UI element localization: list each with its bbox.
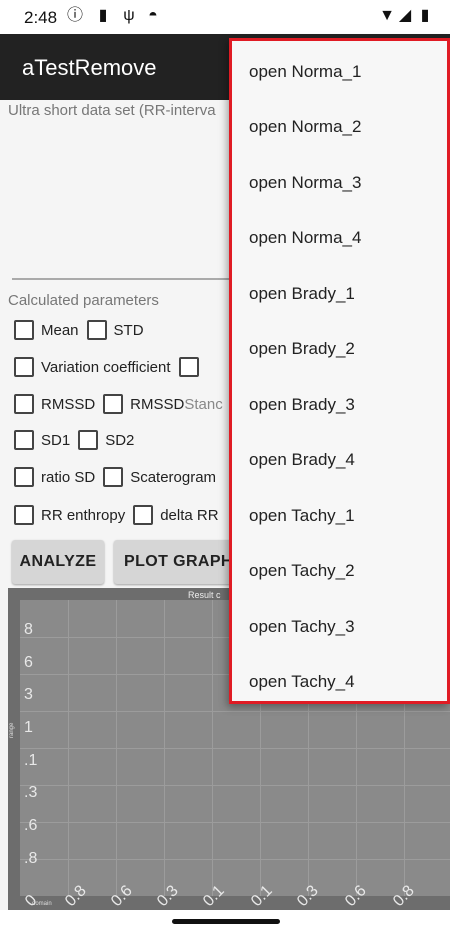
menu-item-open-brady-1[interactable]: open Brady_1 <box>232 266 447 322</box>
screen: 2:48 ⓘ ▮ ψ ◓ ▼ ◢ ▮ aTestRemove Ultra sho… <box>0 0 450 933</box>
params-label: Calculated parameters <box>8 292 159 309</box>
graph-title: Result c <box>188 590 221 600</box>
options-menu: open Norma_1 open Norma_2 open Norma_3 o… <box>229 38 450 704</box>
menu-item-open-brady-4[interactable]: open Brady_4 <box>232 433 447 489</box>
navigation-bar <box>0 910 450 933</box>
menu-item-open-norma-1[interactable]: open Norma_1 <box>232 44 447 100</box>
analyze-button[interactable]: ANALYZE <box>12 540 104 584</box>
delta-rr-label: delta RR <box>160 506 219 524</box>
variation-coefficient-checkbox[interactable] <box>14 357 34 377</box>
y-tick-label: 8 <box>24 621 33 638</box>
grid-line <box>20 859 450 860</box>
mean-label: Mean <box>41 321 79 339</box>
scaterogram-checkbox[interactable] <box>103 467 124 487</box>
ratio-sd-checkbox[interactable] <box>14 467 34 487</box>
menu-item-open-tachy-2[interactable]: open Tachy_2 <box>232 544 447 600</box>
menu-item-open-norma-4[interactable]: open Norma_4 <box>232 211 447 267</box>
plot-graphs-button[interactable]: PLOT GRAPHS <box>114 540 246 584</box>
rmssd-standard-checkbox[interactable] <box>103 394 124 414</box>
sd2-checkbox[interactable] <box>78 430 99 450</box>
y-axis-label: range <box>9 722 15 738</box>
rmssd-standard-label: RMSSDStanc <box>130 395 223 413</box>
grid-line <box>20 748 450 749</box>
hidden-param-checkbox[interactable] <box>178 357 199 377</box>
menu-item-open-tachy-3[interactable]: open Tachy_3 <box>232 599 447 655</box>
sd-card-icon: ▮ <box>98 7 108 24</box>
signal-icon: ◢ <box>398 7 412 24</box>
mean-checkbox[interactable] <box>14 320 34 340</box>
rr-enthropy-checkbox[interactable] <box>14 505 34 525</box>
param-row-4: SD1 SD2 <box>14 427 142 453</box>
home-gesture-handle[interactable] <box>172 919 280 924</box>
scaterogram-label: Scaterogram <box>130 468 217 486</box>
menu-item-open-norma-2[interactable]: open Norma_2 <box>232 100 447 156</box>
rmssd-label: RMSSD <box>41 395 96 413</box>
battery-icon: ▮ <box>420 7 430 24</box>
sd1-label: SD1 <box>41 431 71 449</box>
rr-enthropy-label: RR enthropy <box>41 506 126 524</box>
param-row-1: Mean STD <box>14 317 152 343</box>
y-tick-label: .8 <box>24 850 38 867</box>
ratio-sd-label: ratio SD <box>41 468 96 486</box>
delta-rr-checkbox[interactable] <box>133 505 154 525</box>
data-input-underline <box>12 278 248 280</box>
param-row-3: RMSSD RMSSDStanc <box>14 391 231 417</box>
y-tick-label: 3 <box>24 686 33 703</box>
param-row-6: RR enthropy delta RR <box>14 502 227 528</box>
y-tick-label: 6 <box>24 654 33 671</box>
sd1-checkbox[interactable] <box>14 430 34 450</box>
variation-coefficient-label: Variation coefficient <box>41 358 171 376</box>
menu-item-open-norma-3[interactable]: open Norma_3 <box>232 155 447 211</box>
std-checkbox[interactable] <box>86 320 107 340</box>
y-tick-label: .6 <box>24 817 38 834</box>
y-tick-label: .1 <box>24 752 38 769</box>
menu-item-open-tachy-4[interactable]: open Tachy_4 <box>232 655 447 711</box>
status-time: 2:48 <box>24 8 58 27</box>
std-label: STD <box>113 321 144 339</box>
y-tick-label: 1 <box>24 719 33 736</box>
status-bar: 2:48 ⓘ ▮ ψ ◓ ▼ ◢ ▮ <box>0 0 450 34</box>
menu-item-open-tachy-1[interactable]: open Tachy_1 <box>232 488 447 544</box>
menu-item-open-brady-2[interactable]: open Brady_2 <box>232 322 447 378</box>
y-tick-label: .3 <box>24 784 38 801</box>
data-input-hint[interactable]: Ultra short data set (RR-interva <box>8 102 216 119</box>
sd2-label: SD2 <box>105 431 135 449</box>
wifi-icon: ▼ <box>379 7 395 24</box>
usb-icon: ψ <box>123 7 135 24</box>
param-row-2: Variation coefficient <box>14 354 206 380</box>
circle-icon: ◓ <box>148 7 158 24</box>
menu-item-open-brady-3[interactable]: open Brady_3 <box>232 377 447 433</box>
x-axis-label: domain <box>32 901 52 907</box>
grid-line <box>20 822 450 823</box>
param-row-5: ratio SD Scaterogram <box>14 464 224 490</box>
info-icon: ⓘ <box>66 7 83 24</box>
rmssd-checkbox[interactable] <box>14 394 34 414</box>
grid-line <box>20 785 450 786</box>
app-title: aTestRemove <box>22 55 157 80</box>
grid-line <box>20 711 450 712</box>
